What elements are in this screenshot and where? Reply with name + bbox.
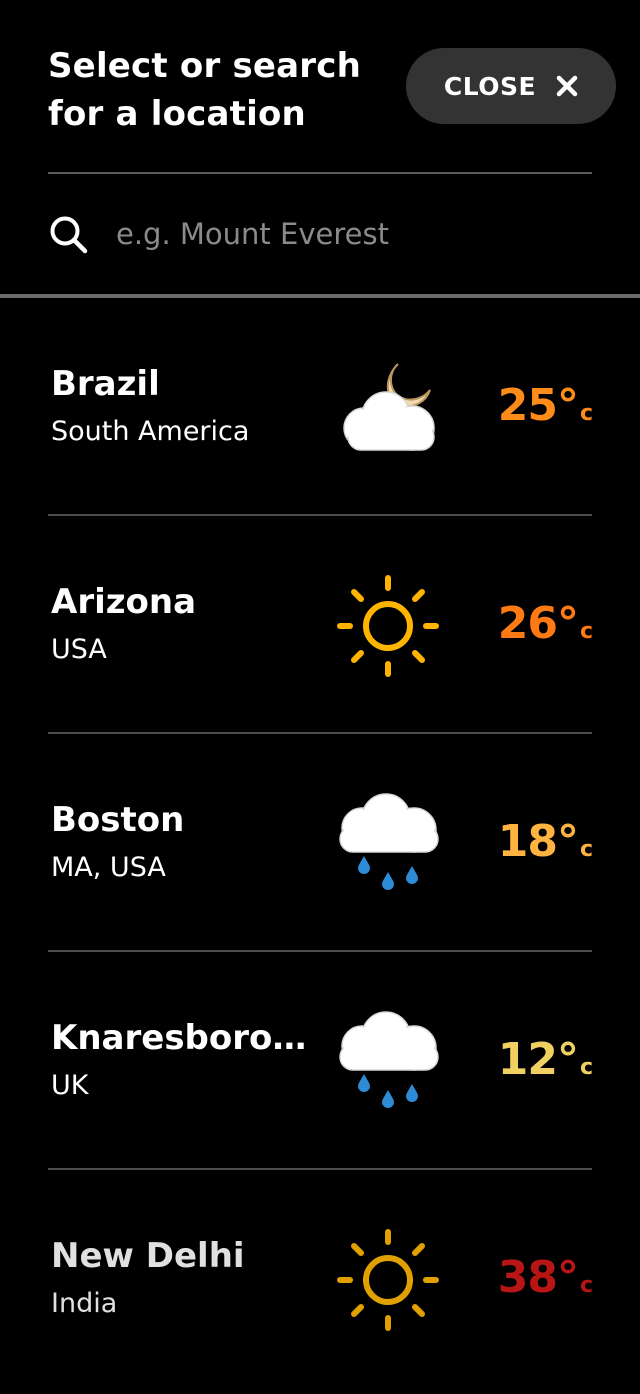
temperature-unit: c [579, 619, 593, 644]
temperature: 25°c [497, 380, 593, 431]
location-name: Arizona [51, 582, 197, 622]
close-icon [556, 75, 578, 97]
temperature-value: 18° [497, 816, 579, 867]
rain-cloud-icon [339, 793, 439, 890]
search-icon [50, 216, 88, 254]
location-region: UK [51, 1070, 89, 1101]
cloudy-night-icon [343, 363, 435, 451]
location-name: Knaresboro... [51, 1018, 311, 1058]
location-row-new-delhi[interactable]: New Delhi India 38°c [0, 1170, 640, 1388]
temperature-value: 26° [497, 598, 579, 649]
temperature-unit: c [579, 837, 593, 862]
location-list: Brazil South America 25°c Arizona USA 26… [0, 298, 640, 1388]
temperature: 18°c [497, 816, 593, 867]
location-region: MA, USA [51, 852, 166, 883]
location-row-boston[interactable]: Boston MA, USA 18°c [0, 734, 640, 952]
temperature-value: 25° [497, 380, 579, 431]
sunny-icon [337, 1229, 439, 1331]
rain-cloud-icon [339, 1011, 439, 1108]
close-button[interactable]: CLOSE [406, 48, 616, 124]
location-row-knaresborough[interactable]: Knaresboro... UK 12°c [0, 952, 640, 1170]
temperature-unit: c [579, 1055, 593, 1080]
search-input[interactable] [116, 210, 596, 258]
location-name: Boston [51, 800, 185, 840]
search-bar [0, 174, 640, 294]
temperature-unit: c [579, 401, 593, 426]
location-row-brazil[interactable]: Brazil South America 25°c [0, 298, 640, 516]
close-label: CLOSE [443, 71, 537, 101]
location-region: India [51, 1288, 118, 1319]
temperature-value: 38° [497, 1252, 579, 1303]
sunny-icon [337, 575, 439, 677]
location-name: Brazil [51, 364, 160, 404]
location-picker: Select or search for a location CLOSE Br… [0, 0, 640, 1394]
location-name: New Delhi [51, 1236, 245, 1276]
header: Select or search for a location CLOSE [0, 0, 640, 174]
temperature: 12°c [497, 1034, 593, 1085]
location-row-arizona[interactable]: Arizona USA 26°c [0, 516, 640, 734]
temperature: 38°c [497, 1252, 593, 1303]
temperature-unit: c [579, 1273, 593, 1298]
page-title: Select or search for a location [48, 46, 362, 134]
location-region: South America [51, 416, 250, 447]
location-region: USA [51, 634, 107, 665]
temperature: 26°c [497, 598, 593, 649]
temperature-value: 12° [497, 1034, 579, 1085]
